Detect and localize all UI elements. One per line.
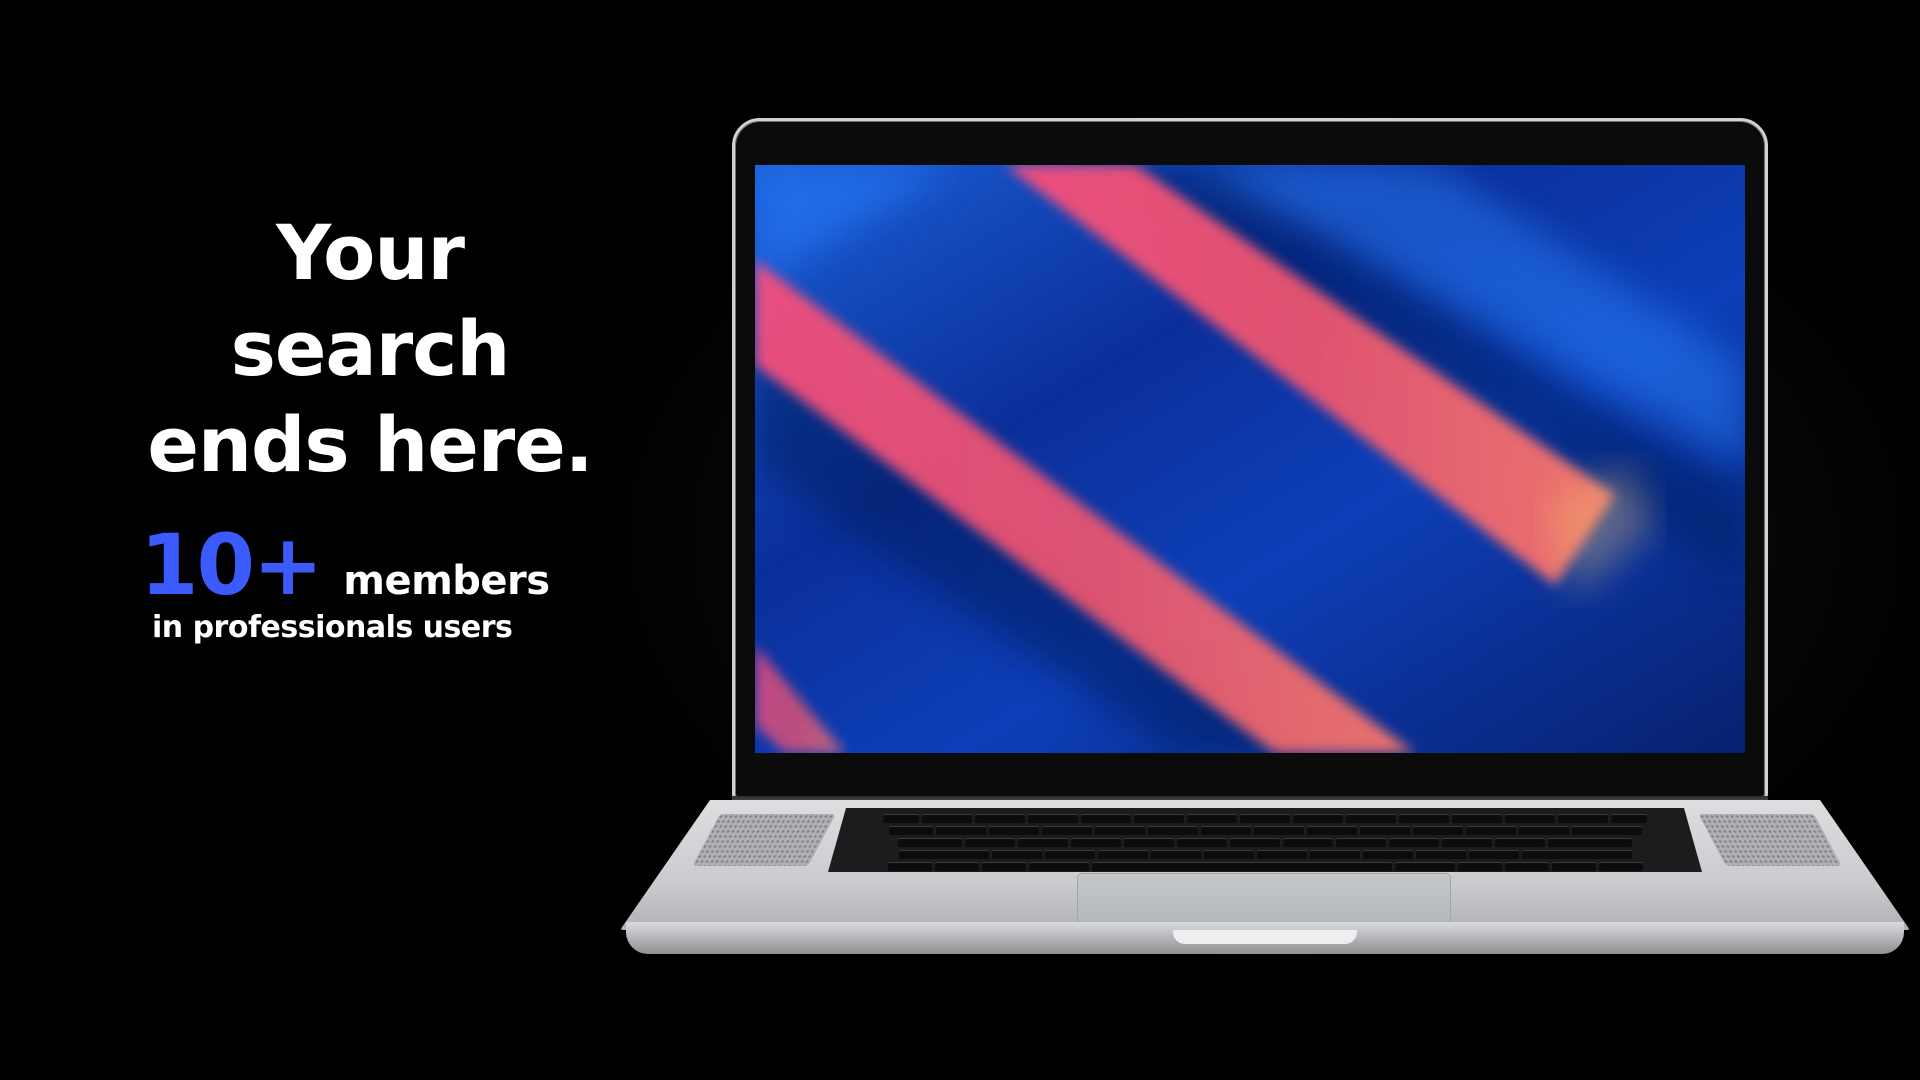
keyboard-row xyxy=(828,862,1702,871)
key xyxy=(898,838,962,847)
key xyxy=(981,862,1026,871)
members-count: 10+ xyxy=(140,516,323,614)
key xyxy=(1598,862,1643,871)
key xyxy=(1253,826,1304,835)
key xyxy=(1097,850,1148,859)
key xyxy=(1283,838,1333,847)
key xyxy=(965,838,1015,847)
key xyxy=(1094,826,1145,835)
key xyxy=(1548,838,1632,847)
key xyxy=(935,826,986,835)
spacebar xyxy=(1091,862,1392,871)
laptop-lid xyxy=(732,118,1768,800)
laptop-screen xyxy=(755,165,1745,753)
key xyxy=(1558,814,1608,823)
keyboard-row xyxy=(828,814,1702,823)
headline-line-2: ends here. xyxy=(147,400,593,489)
key xyxy=(1389,838,1439,847)
key xyxy=(975,814,1025,823)
key xyxy=(1177,838,1227,847)
key xyxy=(1187,814,1237,823)
trackpad xyxy=(1078,874,1450,922)
key xyxy=(1504,862,1549,871)
stat-row: 10+ members xyxy=(140,520,610,610)
key xyxy=(883,814,919,823)
key xyxy=(1465,826,1516,835)
key xyxy=(1551,862,1596,871)
key xyxy=(898,850,989,859)
key xyxy=(1505,814,1555,823)
key xyxy=(1611,814,1647,823)
key xyxy=(1415,850,1466,859)
key xyxy=(1452,814,1502,823)
members-subtitle: in professionals users xyxy=(152,610,513,645)
key xyxy=(1362,850,1413,859)
key xyxy=(1018,838,1068,847)
laptop-opening-notch xyxy=(1173,930,1357,944)
key xyxy=(1203,850,1254,859)
key xyxy=(1306,826,1357,835)
key xyxy=(1028,862,1089,871)
landing-page: Your search ends here. 10+ members in pr… xyxy=(0,0,1920,1080)
key xyxy=(1240,814,1290,823)
key xyxy=(1134,814,1184,823)
key xyxy=(1124,838,1174,847)
keyboard-row xyxy=(828,850,1702,859)
key xyxy=(1044,850,1095,859)
key xyxy=(1359,826,1410,835)
key xyxy=(1518,826,1569,835)
key xyxy=(934,862,979,871)
key xyxy=(888,826,933,835)
key xyxy=(1571,826,1642,835)
key xyxy=(1028,814,1078,823)
key xyxy=(1041,826,1092,835)
key xyxy=(1147,826,1198,835)
key xyxy=(1521,850,1632,859)
key xyxy=(1256,850,1307,859)
key xyxy=(1457,862,1502,871)
key xyxy=(887,862,932,871)
laptop-illustration xyxy=(580,90,1920,990)
key xyxy=(1150,850,1201,859)
key xyxy=(1071,838,1121,847)
headline-line-1: Your search xyxy=(230,208,511,393)
keyboard xyxy=(828,808,1702,872)
key xyxy=(988,826,1039,835)
key xyxy=(1336,838,1386,847)
key xyxy=(1230,838,1280,847)
key xyxy=(1412,826,1463,835)
key xyxy=(1495,838,1545,847)
key xyxy=(1081,814,1131,823)
key xyxy=(922,814,972,823)
key xyxy=(1293,814,1343,823)
stats-block: 10+ members in professionals users xyxy=(140,520,610,648)
hero-headline: Your search ends here. xyxy=(140,205,600,493)
key xyxy=(1200,826,1251,835)
key xyxy=(991,850,1042,859)
hero-section: Your search ends here. xyxy=(140,205,600,493)
key xyxy=(1394,862,1455,871)
keyboard-row xyxy=(828,826,1702,835)
key xyxy=(1346,814,1396,823)
key xyxy=(1309,850,1360,859)
key xyxy=(1442,838,1492,847)
key xyxy=(1399,814,1449,823)
wallpaper-image xyxy=(755,165,1745,753)
key xyxy=(1468,850,1519,859)
members-label: members xyxy=(343,558,550,604)
keyboard-row xyxy=(828,838,1702,847)
